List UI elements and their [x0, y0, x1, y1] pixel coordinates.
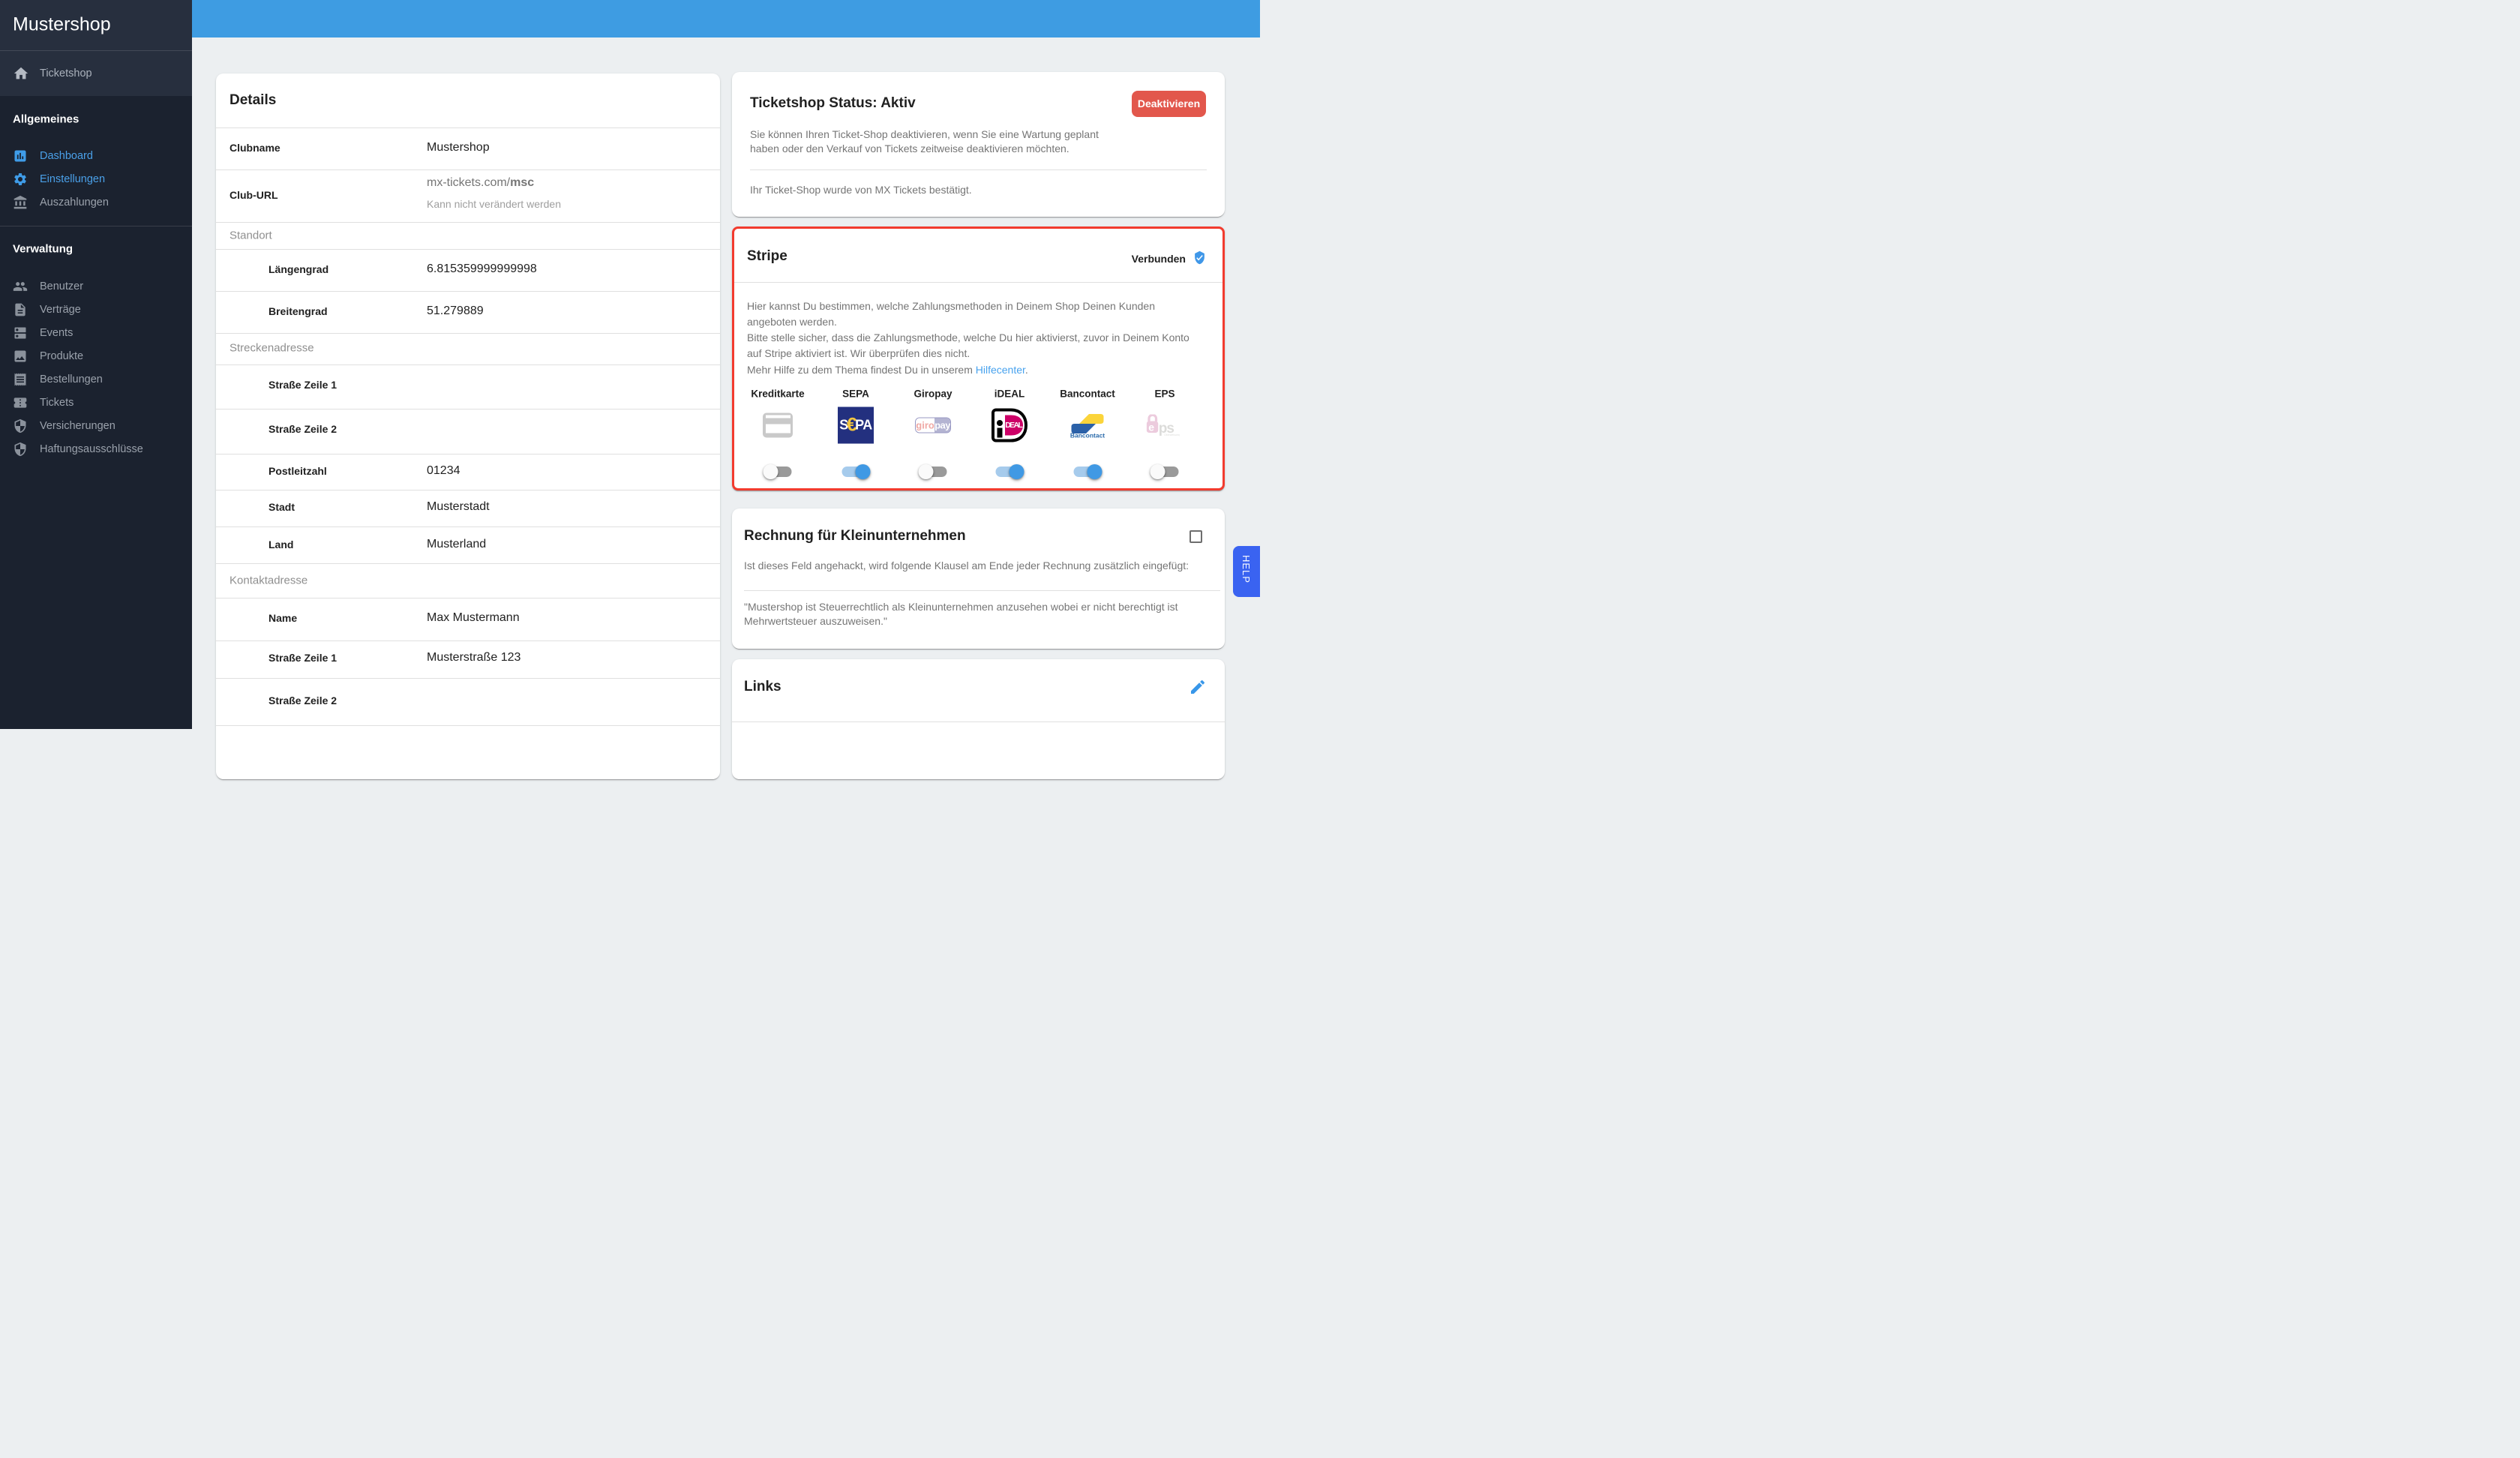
svg-text:Überweisung: Überweisung: [1164, 434, 1179, 436]
svg-text:Bancontact: Bancontact: [1070, 431, 1105, 438]
svg-text:e: e: [1148, 421, 1154, 433]
svg-text:DEAL: DEAL: [1005, 421, 1023, 430]
